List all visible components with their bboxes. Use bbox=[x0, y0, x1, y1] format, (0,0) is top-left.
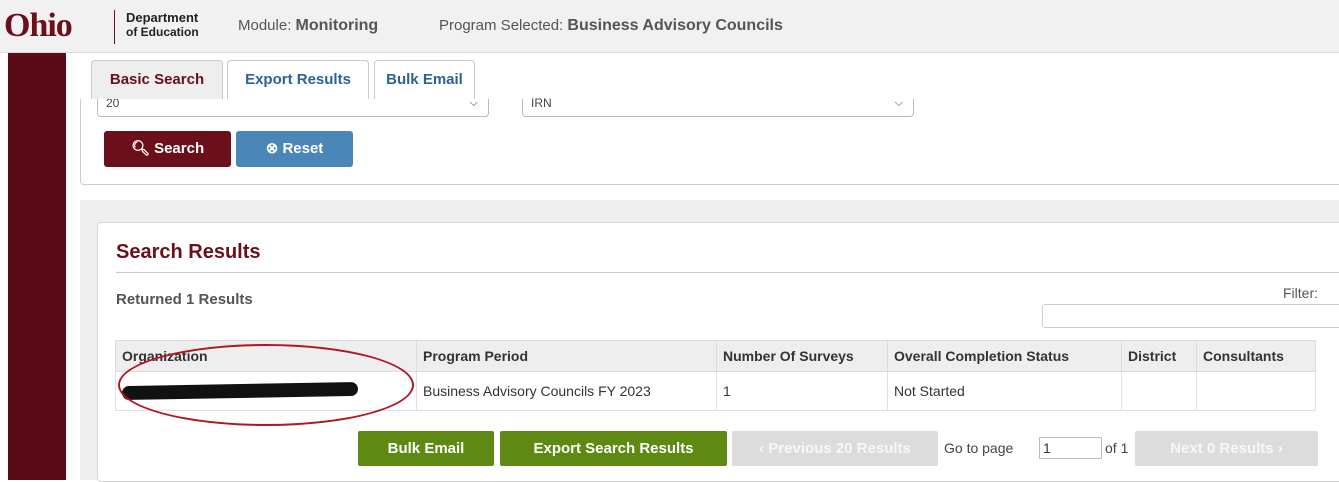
district-cell bbox=[1121, 371, 1197, 411]
page-total-label: of 1 bbox=[1105, 440, 1129, 456]
ohio-logo[interactable]: Ohio bbox=[4, 6, 73, 46]
next-results-label: Next 0 Results bbox=[1170, 440, 1274, 457]
chevron-down-icon: ⌵ bbox=[894, 97, 903, 109]
results-title: Search Results bbox=[116, 241, 261, 263]
dept-line2: of Education bbox=[126, 25, 199, 39]
program-indicator: Program Selected: Business Advisory Coun… bbox=[439, 17, 783, 35]
search-field-select[interactable]: IRN ⌵ bbox=[522, 96, 914, 117]
module-value: Monitoring bbox=[295, 17, 379, 34]
logo-divider bbox=[114, 10, 115, 44]
results-count: Returned 1 Results bbox=[116, 291, 253, 308]
tab-bulk-email[interactable]: Bulk Email bbox=[374, 60, 475, 99]
previous-results-button[interactable]: ‹ Previous 20 Results bbox=[732, 431, 938, 466]
tab-export-results[interactable]: Export Results bbox=[227, 60, 369, 99]
chevron-left-circle-icon: ‹ bbox=[759, 440, 765, 457]
search-button-label: Search bbox=[154, 140, 205, 157]
close-circle-icon: ⊗ bbox=[265, 140, 279, 157]
reset-button-label: Reset bbox=[282, 140, 324, 157]
col-number-of-surveys[interactable]: Number Of Surveys bbox=[716, 340, 888, 372]
col-district[interactable]: District bbox=[1121, 340, 1197, 372]
col-program-period[interactable]: Program Period bbox=[416, 340, 717, 372]
consultants-cell bbox=[1196, 371, 1316, 411]
module-label: Module: bbox=[238, 17, 292, 34]
department-logo-text: Department of Education bbox=[126, 10, 199, 40]
filter-label: Filter: bbox=[1283, 285, 1318, 301]
col-consultants[interactable]: Consultants bbox=[1196, 340, 1316, 372]
col-overall-completion-status[interactable]: Overall Completion Status bbox=[887, 340, 1122, 372]
page-size-select[interactable]: 20 ⌵ bbox=[97, 96, 489, 117]
program-value: Business Advisory Councils bbox=[567, 17, 783, 34]
page-number-input[interactable]: 1 bbox=[1039, 437, 1102, 459]
dept-line1: Department bbox=[126, 10, 199, 25]
module-indicator: Module: Monitoring bbox=[238, 17, 378, 35]
search-field-value: IRN bbox=[531, 96, 552, 110]
results-divider bbox=[116, 272, 1339, 273]
export-search-results-button[interactable]: Export Search Results bbox=[500, 431, 727, 466]
status-cell: Not Started bbox=[887, 371, 1122, 411]
next-results-button[interactable]: Next 0 Results › bbox=[1135, 431, 1318, 466]
sidebar bbox=[8, 53, 66, 480]
goto-page-label: Go to page bbox=[944, 440, 1014, 456]
highlight-oval-annotation bbox=[118, 344, 414, 426]
filter-input[interactable] bbox=[1042, 304, 1339, 328]
program-label: Program Selected: bbox=[439, 17, 564, 34]
chevron-right-circle-icon: › bbox=[1277, 440, 1283, 457]
surveys-cell: 1 bbox=[716, 371, 888, 411]
reset-button[interactable]: ⊗ Reset bbox=[236, 131, 353, 167]
search-icon: 🔍︎ bbox=[130, 140, 150, 157]
bulk-email-button[interactable]: Bulk Email bbox=[358, 431, 494, 466]
app-header: Ohio Department of Education Module: Mon… bbox=[0, 0, 1339, 53]
search-button[interactable]: 🔍︎ Search bbox=[104, 131, 231, 167]
program-period-cell: Business Advisory Councils FY 2023 bbox=[416, 371, 717, 411]
previous-results-label: Previous 20 Results bbox=[768, 440, 911, 457]
tab-basic-search[interactable]: Basic Search bbox=[91, 60, 223, 99]
